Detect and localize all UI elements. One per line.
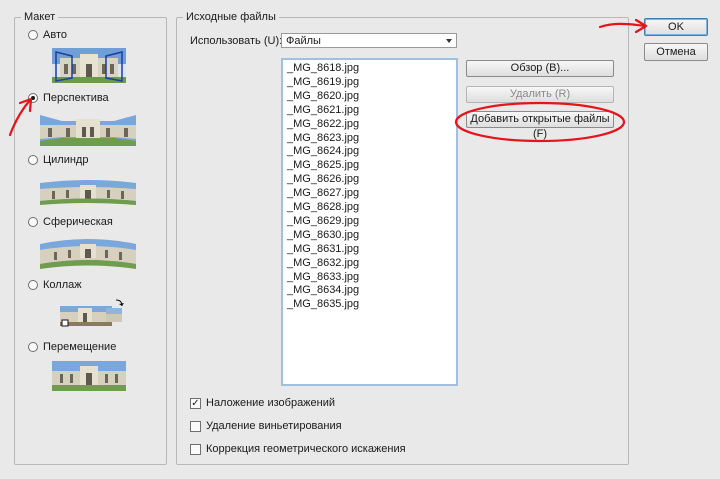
use-label: Использовать (U):	[190, 35, 283, 47]
file-list-item[interactable]: _MG_8622.jpg	[287, 117, 359, 131]
distortion-correction-label: Коррекция геометрического искажения	[206, 443, 406, 455]
remove-button[interactable]: Удалить (R)	[466, 86, 614, 103]
layout-option-label: Перемещение	[43, 341, 117, 353]
file-list-item[interactable]: _MG_8620.jpg	[287, 89, 359, 103]
blend-images-label: Наложение изображений	[206, 397, 336, 409]
distortion-correction-option[interactable]: Коррекция геометрического искажения	[190, 442, 406, 456]
file-list-item[interactable]: _MG_8623.jpg	[287, 131, 359, 145]
distortion-correction-checkbox[interactable]	[190, 443, 201, 455]
file-list-item[interactable]: _MG_8624.jpg	[287, 144, 359, 158]
use-select-value: Файлы	[286, 34, 321, 47]
file-list-item[interactable]: _MG_8628.jpg	[287, 200, 359, 214]
browse-button[interactable]: Обзор (B)...	[466, 60, 614, 77]
layout-option-perspective[interactable]: Перспектива	[28, 91, 109, 105]
layout-option-label: Авто	[43, 29, 67, 41]
file-list-item[interactable]: _MG_8631.jpg	[287, 242, 359, 256]
cylinder-thumbnail	[40, 177, 136, 207]
chevron-down-icon	[446, 39, 452, 43]
vignette-removal-label: Удаление виньетирования	[206, 420, 342, 432]
layout-option-auto[interactable]: Авто	[28, 28, 67, 42]
radio-collage[interactable]	[28, 280, 38, 290]
file-list-item[interactable]: _MG_8619.jpg	[287, 75, 359, 89]
ok-button-label: OK	[668, 21, 684, 33]
layout-option-spherical[interactable]: Сферическая	[28, 215, 113, 229]
blend-images-option[interactable]: ✓ Наложение изображений	[190, 396, 335, 410]
file-list-item[interactable]: _MG_8634.jpg	[287, 283, 359, 297]
browse-button-label: Обзор (B)...	[510, 62, 570, 74]
radio-reposition[interactable]	[28, 342, 38, 352]
file-list-item[interactable]: _MG_8625.jpg	[287, 158, 359, 172]
source-files-legend: Исходные файлы	[183, 10, 279, 24]
layout-option-label: Перспектива	[43, 92, 109, 104]
file-list-item[interactable]: _MG_8618.jpg	[287, 61, 359, 75]
vignette-removal-option[interactable]: Удаление виньетирования	[190, 419, 342, 433]
file-list-item[interactable]: _MG_8621.jpg	[287, 103, 359, 117]
file-list-item[interactable]: _MG_8630.jpg	[287, 228, 359, 242]
radio-spherical[interactable]	[28, 217, 38, 227]
file-list[interactable]: _MG_8618.jpg _MG_8619.jpg _MG_8620.jpg _MG_…	[281, 58, 458, 386]
ok-button[interactable]: OK	[644, 18, 708, 36]
file-list-item[interactable]: _MG_8626.jpg	[287, 172, 359, 186]
vignette-removal-checkbox[interactable]	[190, 420, 201, 432]
use-select[interactable]: Файлы	[281, 33, 457, 48]
layout-option-cylinder[interactable]: Цилиндр	[28, 153, 88, 167]
layout-option-label: Сферическая	[43, 216, 113, 228]
file-list-item[interactable]: _MG_8635.jpg	[287, 297, 359, 311]
cancel-button-label: Отмена	[656, 46, 696, 58]
layout-option-label: Коллаж	[43, 279, 82, 291]
file-list-item[interactable]: _MG_8632.jpg	[287, 256, 359, 270]
radio-perspective[interactable]	[28, 93, 38, 103]
file-list-item[interactable]: _MG_8633.jpg	[287, 270, 359, 284]
file-list-item[interactable]: _MG_8629.jpg	[287, 214, 359, 228]
layout-option-collage[interactable]: Коллаж	[28, 278, 82, 292]
collage-thumbnail	[58, 298, 128, 330]
file-list-item[interactable]: _MG_8627.jpg	[287, 186, 359, 200]
layout-option-label: Цилиндр	[43, 154, 89, 166]
blend-images-checkbox[interactable]: ✓	[190, 397, 201, 409]
cancel-button[interactable]: Отмена	[644, 43, 708, 61]
auto-thumbnail	[52, 48, 126, 83]
reposition-thumbnail	[52, 361, 126, 391]
perspective-thumbnail	[40, 111, 136, 146]
layout-group-legend: Макет	[21, 10, 59, 24]
radio-cylinder[interactable]	[28, 155, 38, 165]
radio-auto[interactable]	[28, 30, 38, 40]
remove-button-label: Удалить (R)	[509, 88, 571, 100]
spherical-thumbnail	[40, 236, 136, 270]
layout-option-reposition[interactable]: Перемещение	[28, 340, 116, 354]
add-open-files-button[interactable]: Добавить открытые файлы (F)	[466, 111, 614, 140]
